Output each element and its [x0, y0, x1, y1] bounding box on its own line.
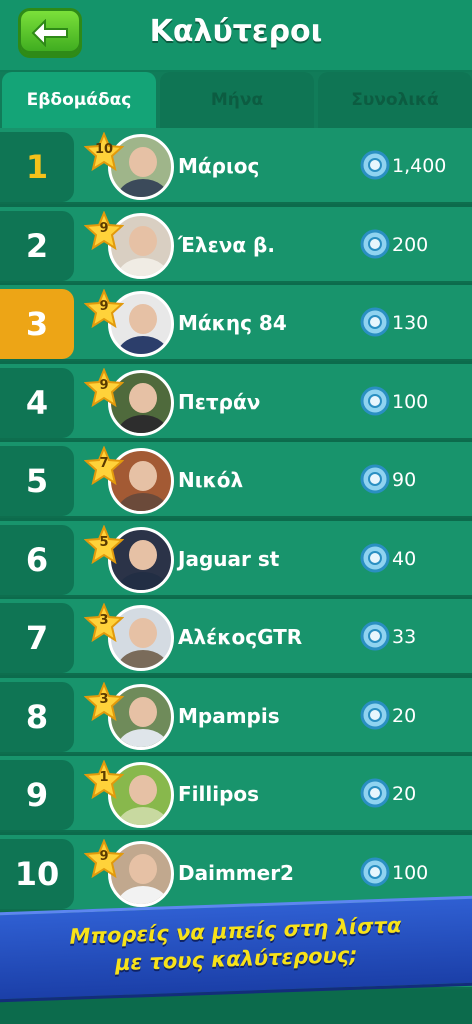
chip-icon — [360, 386, 390, 415]
player-name: Daimmer2 — [178, 860, 294, 885]
avatar-body — [117, 493, 169, 511]
player-name: Mpampis — [178, 703, 280, 728]
leaderboard-row[interactable]: 1 10 Μάριος 1,400 — [0, 128, 472, 204]
avatar-body — [117, 336, 169, 354]
tab-week[interactable]: Εβδομάδας — [2, 72, 156, 128]
leaderboard-row[interactable]: 7 3 ΑλέκοςGTR 33 — [0, 599, 472, 675]
level-number: 10 — [94, 142, 114, 157]
avatar-body — [117, 179, 169, 197]
chip-icon — [360, 778, 390, 808]
rank-number: 6 — [0, 524, 74, 595]
chip-icon — [360, 307, 390, 337]
player-name: Jaguar st — [178, 546, 280, 571]
rank-number: 9 — [0, 760, 74, 830]
chip-icon — [360, 229, 390, 258]
avatar-face — [129, 618, 157, 648]
chip-icon — [360, 621, 390, 651]
avatar-body — [117, 414, 169, 433]
chip-icon — [360, 150, 390, 180]
player-score: 40 — [392, 547, 417, 570]
player-score: 130 — [392, 312, 429, 334]
avatar-body — [117, 257, 169, 276]
player-score: 33 — [392, 626, 417, 648]
avatar-body — [117, 650, 169, 668]
leaderboard-row[interactable]: 9 1 Fillipos 20 — [0, 756, 472, 832]
leaderboard-row[interactable]: 3 9 Μάκης 84 130 — [0, 285, 472, 361]
tab-overall[interactable]: Συνολικά — [318, 72, 472, 128]
top-bar: Καλύτεροι — [0, 0, 472, 72]
rank-number: 7 — [0, 603, 74, 673]
chip-icon — [360, 857, 390, 886]
player-name: Μάριος — [178, 154, 260, 178]
chip-icon — [360, 700, 390, 729]
leaderboard-row[interactable]: 2 9 Έλενα β. 200 — [0, 206, 472, 283]
chip-icon — [360, 464, 390, 494]
tab-month[interactable]: Μήνα — [160, 72, 314, 128]
avatar-body — [117, 728, 169, 747]
chip-icon — [360, 543, 390, 572]
avatar-body — [117, 807, 169, 825]
player-score: 100 — [392, 861, 429, 884]
rank-number: 5 — [0, 446, 74, 516]
rank-number: 3 — [0, 289, 74, 359]
avatar-body — [117, 571, 169, 590]
period-tabs: Εβδομάδας Μήνα Συνολικά — [0, 72, 472, 128]
avatar-face — [129, 461, 157, 491]
player-score: 20 — [392, 704, 417, 727]
leaderboard-row[interactable]: 5 7 Νικόλ 90 — [0, 442, 472, 518]
avatar-face — [129, 147, 157, 177]
promo-banner[interactable]: Μπορείς να μπείς στη λίστα με τους καλύτ… — [0, 895, 472, 1003]
avatar-face — [129, 382, 157, 413]
level-number: 1 — [99, 770, 109, 785]
avatar-face — [129, 853, 157, 884]
level-number: 9 — [99, 848, 109, 864]
avatar-face — [129, 225, 157, 256]
player-name: Fillipos — [178, 782, 260, 806]
player-name: Μάκης 84 — [178, 311, 287, 335]
level-number: 9 — [99, 220, 109, 236]
rank-number: 1 — [0, 132, 74, 202]
rank-number: 4 — [0, 367, 74, 438]
avatar-face — [129, 775, 157, 805]
leaderboard-row[interactable]: 8 3 Mpampis 20 — [0, 677, 472, 754]
avatar-face — [129, 539, 157, 570]
leaderboard-row[interactable]: 6 5 Jaguar st 40 — [0, 520, 472, 597]
avatar-face — [129, 304, 157, 334]
player-name: Πετράν — [178, 389, 261, 414]
level-number: 7 — [99, 456, 109, 471]
rank-number: 10 — [0, 838, 74, 909]
level-number: 9 — [99, 377, 109, 393]
player-name: Νικόλ — [178, 468, 244, 492]
player-score: 1,400 — [392, 155, 447, 177]
rank-number: 8 — [0, 681, 74, 752]
player-score: 200 — [392, 233, 429, 256]
level-number: 5 — [99, 534, 109, 550]
avatar-body — [117, 885, 169, 904]
player-score: 90 — [392, 469, 417, 491]
page-title: Καλύτεροι — [149, 14, 323, 49]
level-number: 3 — [99, 613, 109, 628]
level-number: 3 — [99, 691, 109, 707]
rank-number: 2 — [0, 210, 74, 281]
player-score: 100 — [392, 390, 429, 413]
player-score: 20 — [392, 783, 417, 805]
level-number: 9 — [99, 299, 109, 314]
player-name: Έλενα β. — [178, 232, 275, 257]
player-name: ΑλέκοςGTR — [178, 625, 303, 649]
leaderboard-row[interactable]: 4 9 Πετράν 100 — [0, 363, 472, 440]
avatar-face — [129, 696, 157, 727]
